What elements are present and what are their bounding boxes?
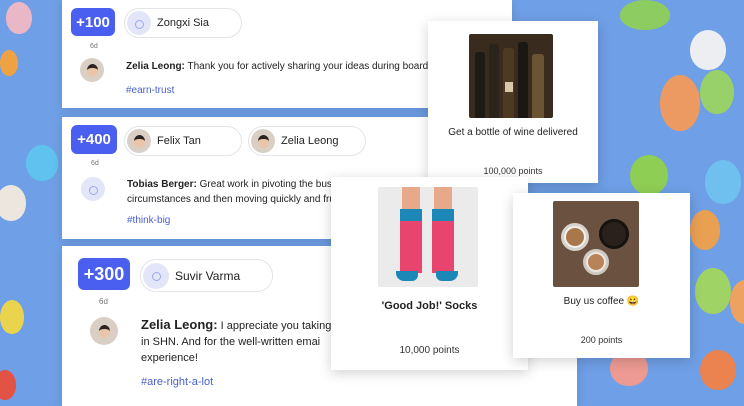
balloon-decoration: [620, 0, 670, 30]
recipient-name: Zongxi Sia: [157, 17, 209, 29]
reward-title: 'Good Job!' Socks: [381, 300, 478, 312]
avatar: [127, 11, 151, 35]
post-age: 6d: [99, 297, 108, 306]
reward-points: 100,000 points: [483, 166, 543, 176]
balloon-decoration: [730, 280, 744, 324]
sender-avatar: [80, 58, 104, 82]
post-message: Zelia Leong: I appreciate you taking in …: [141, 317, 332, 364]
reward-card[interactable]: 'Good Job!' Socks 10,000 points: [331, 177, 528, 370]
reward-card[interactable]: Get a bottle of wine delivered 100,000 p…: [428, 21, 598, 183]
recipient-name: Zelia Leong: [281, 135, 339, 147]
recipient-name: Felix Tan: [157, 135, 201, 147]
value-tag[interactable]: #are-right-a-lot: [141, 376, 213, 388]
sender-avatar: [90, 317, 118, 345]
avatar: [143, 262, 169, 289]
points-badge: +300: [78, 258, 130, 290]
value-tag[interactable]: #earn-trust: [126, 85, 174, 96]
balloon-decoration: [0, 370, 16, 400]
balloon-decoration: [6, 2, 32, 34]
value-tag[interactable]: #think-big: [127, 215, 170, 226]
post-age: 6d: [91, 160, 99, 167]
recipient-name: Suvir Varma: [175, 268, 241, 283]
balloon-decoration: [0, 300, 24, 334]
balloon-decoration: [690, 30, 726, 70]
recipient-chip[interactable]: Zongxi Sia: [124, 8, 242, 38]
reward-title: Buy us coffee 😀: [563, 296, 640, 307]
recipient-chip[interactable]: Suvir Varma: [140, 259, 273, 292]
balloon-decoration: [0, 50, 18, 76]
balloon-decoration: [0, 185, 26, 221]
balloon-decoration: [695, 268, 731, 314]
balloon-decoration: [705, 160, 741, 204]
coffee-cups-image: [553, 201, 639, 287]
balloon-decoration: [700, 350, 736, 390]
reward-title: Get a bottle of wine delivered: [448, 127, 578, 138]
avatar: [251, 129, 275, 153]
balloon-decoration: [700, 70, 734, 114]
socks-image: [378, 187, 478, 287]
reward-points: 200 points: [580, 335, 623, 345]
balloon-decoration: [660, 75, 700, 131]
balloon-decoration: [690, 210, 720, 250]
reward-points: 10,000 points: [399, 345, 460, 356]
balloon-decoration: [26, 145, 58, 181]
balloon-decoration: [630, 155, 668, 195]
recipient-chip[interactable]: Zelia Leong: [248, 126, 366, 156]
post-age: 6d: [90, 43, 98, 50]
sender-avatar: [81, 177, 105, 201]
points-badge: +400: [71, 125, 117, 154]
reward-card[interactable]: Buy us coffee 😀 200 points: [513, 193, 690, 358]
avatar: [127, 129, 151, 153]
points-badge: +100: [71, 8, 115, 36]
wine-bottles-image: [469, 34, 553, 118]
recipient-chip[interactable]: Felix Tan: [124, 126, 242, 156]
